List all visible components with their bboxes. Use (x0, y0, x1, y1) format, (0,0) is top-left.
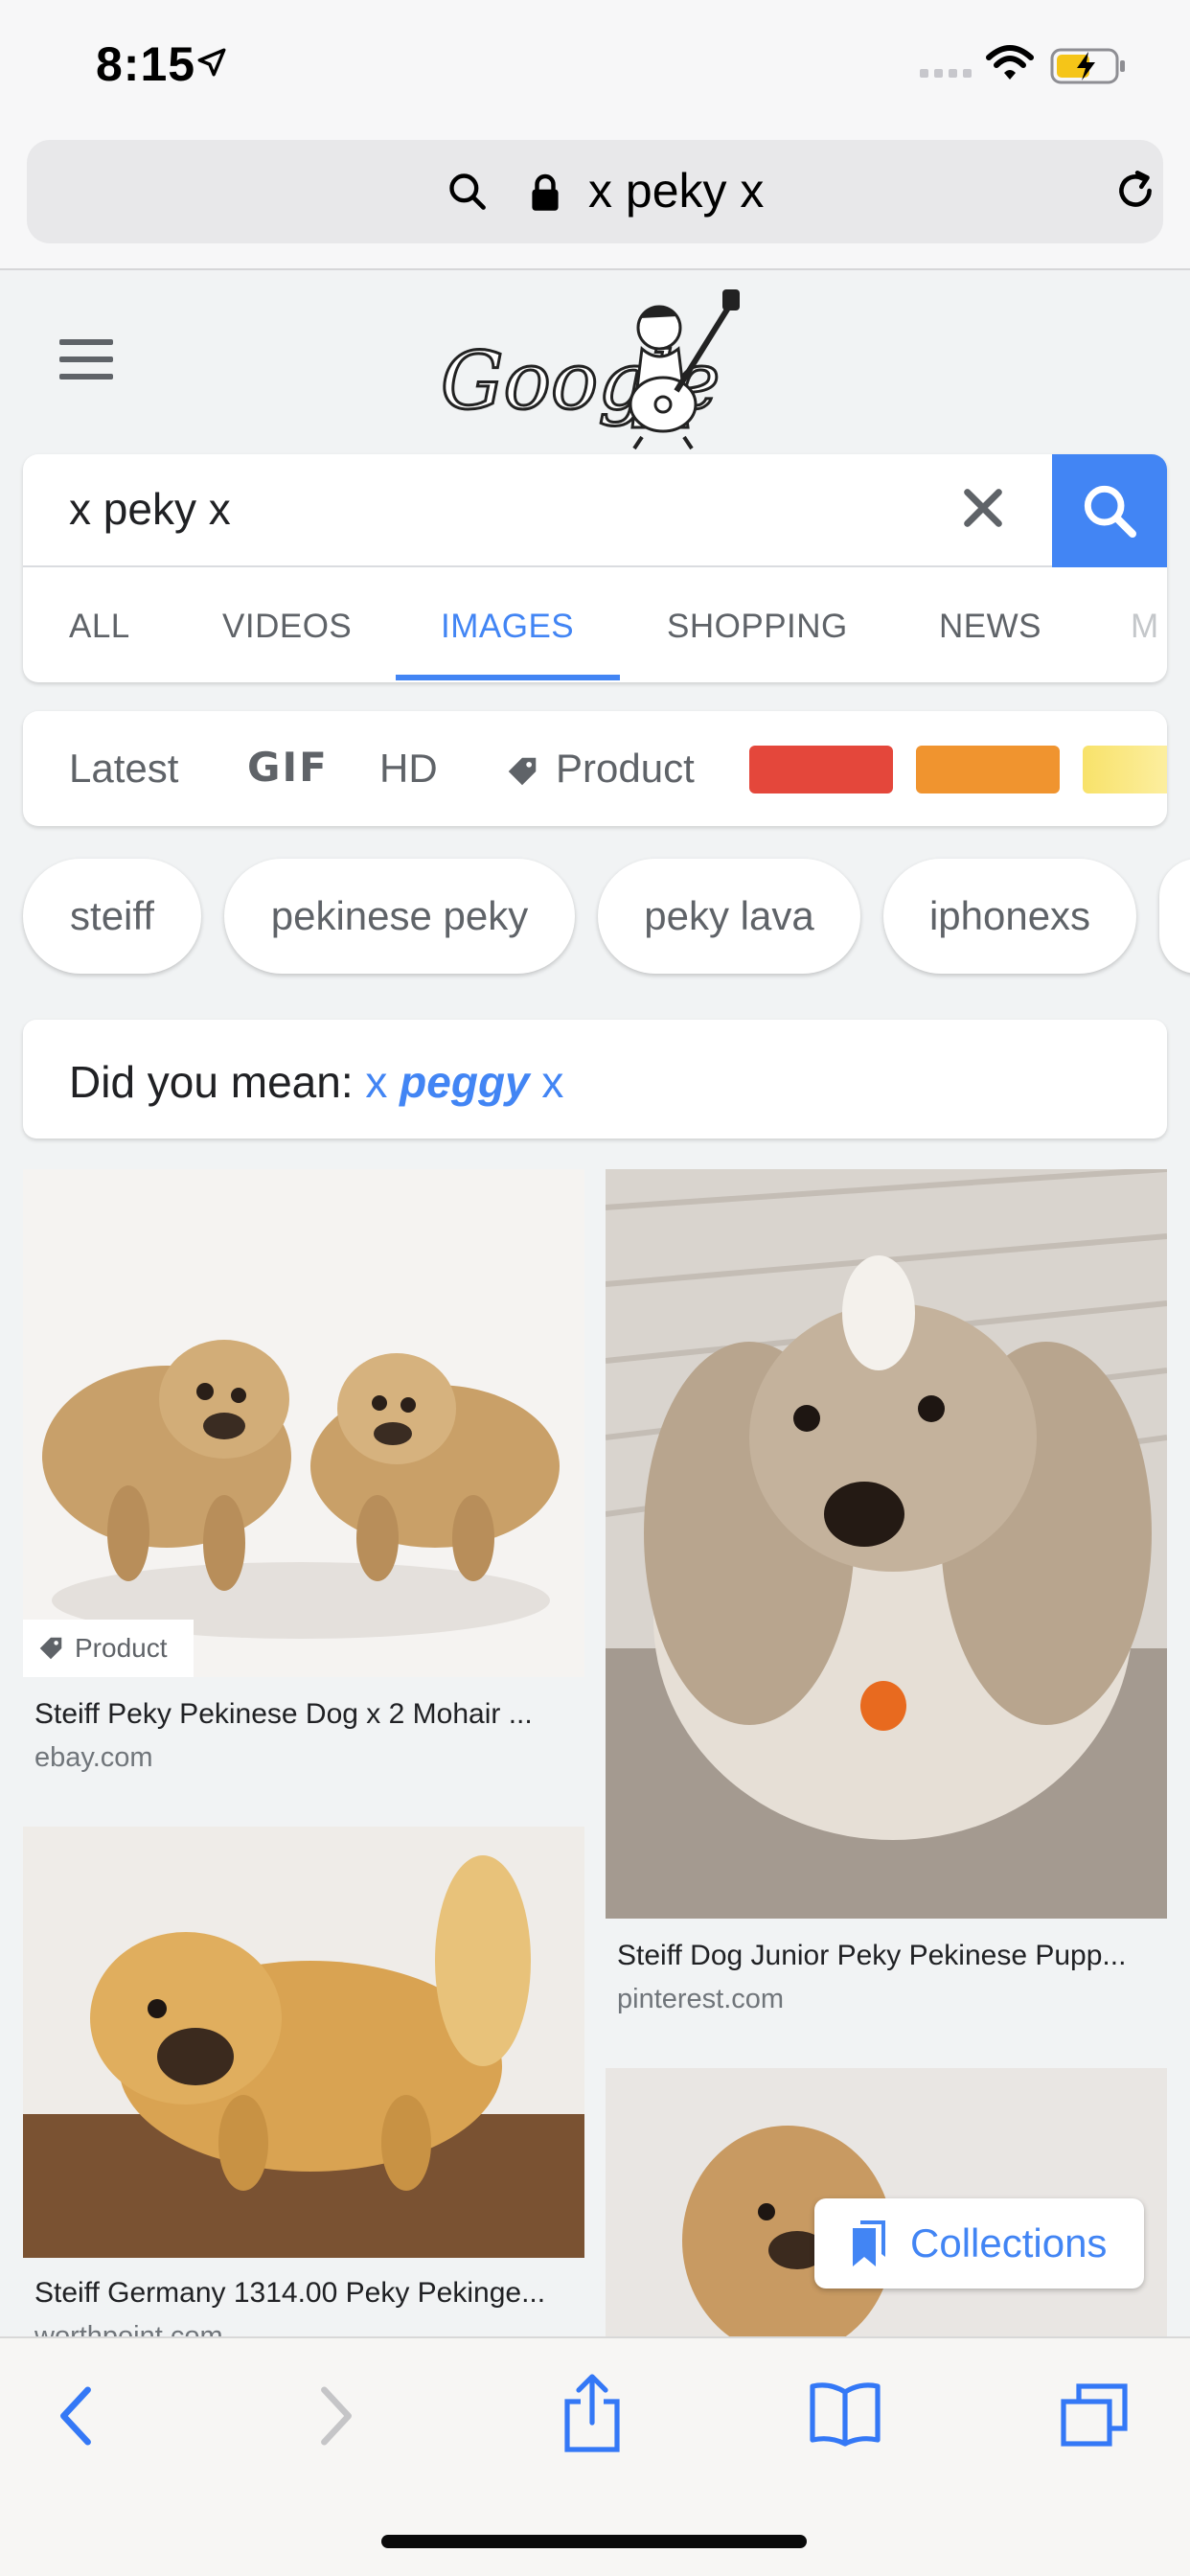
tag-icon (39, 1637, 62, 1660)
search-input[interactable]: x peky x (69, 483, 231, 535)
image-result[interactable]: Steiff Dog Junior Peky Pekinese Pupp... … (606, 1169, 1167, 2032)
did-you-mean-card: Did you mean: x peggy x (23, 1020, 1167, 1138)
suggestion-chip-iphonexs[interactable]: iphonexs (883, 859, 1136, 974)
status-bar: 8:15 (0, 0, 1190, 134)
suggestion-chip-peky-lava[interactable]: peky lava (598, 859, 860, 974)
tabs-icon[interactable] (1058, 2380, 1131, 2450)
did-you-mean-label: Did you mean: (69, 1057, 354, 1107)
result-title[interactable]: Steiff Peky Pekinese Dog x 2 Mohair ... (34, 1698, 533, 1731)
forward-icon[interactable] (316, 2382, 358, 2450)
result-source: worthpoint.com (34, 2321, 223, 2336)
result-thumbnail (23, 1169, 584, 1677)
address-bar[interactable]: x peky x (27, 140, 1163, 243)
tab-shopping[interactable]: SHOPPING (667, 608, 848, 646)
google-doodle-logo[interactable]: Google (437, 284, 744, 452)
address-text: x peky x (588, 164, 765, 218)
wifi-icon (986, 45, 1034, 80)
cellular-signal-icon (920, 69, 972, 78)
suggestion-chip-overflow[interactable] (1159, 859, 1190, 974)
browser-address-bar-area: x peky x (0, 134, 1190, 270)
color-filter-red[interactable] (749, 746, 893, 794)
location-arrow-icon (197, 48, 226, 77)
image-result[interactable]: Steiff Germany 1314.00 Peky Pekinge... w… (23, 1827, 584, 2336)
status-time: 8:15 (96, 37, 196, 91)
home-indicator[interactable] (381, 2535, 807, 2548)
result-title[interactable]: Steiff Dog Junior Peky Pekinese Pupp... (617, 1940, 1126, 1972)
filter-latest[interactable]: Latest (69, 746, 178, 792)
bookmark-icon (853, 2220, 885, 2266)
tab-videos[interactable]: VIDEOS (222, 608, 352, 646)
product-badge: Product (23, 1620, 194, 1677)
suggestion-chip-steiff[interactable]: steiff (23, 859, 201, 974)
product-badge-label: Product (75, 1633, 168, 1663)
suggestion-chip-pekinese-peky[interactable]: pekinese peky (224, 859, 575, 974)
filter-product[interactable]: Product (556, 746, 695, 792)
back-icon[interactable] (54, 2382, 96, 2450)
google-header: Google (0, 272, 1190, 454)
search-card: x peky x ALL VIDEOS IMAGES SHOPPING NEWS… (23, 454, 1167, 682)
filter-gif[interactable]: GIF (247, 744, 329, 791)
image-result[interactable]: Product Steiff Peky Pekinese Dog x 2 Moh… (23, 1169, 584, 1792)
filter-hd[interactable]: HD (379, 746, 438, 792)
result-thumbnail (23, 1827, 584, 2258)
tab-news[interactable]: NEWS (939, 608, 1041, 646)
lock-icon (532, 173, 559, 211)
steiff-pekinese-image (23, 1827, 584, 2258)
tab-more[interactable]: M (1131, 608, 1159, 646)
did-you-mean-link[interactable]: x peggy x (365, 1057, 563, 1107)
tab-all[interactable]: ALL (69, 608, 130, 646)
search-icon (449, 173, 486, 210)
image-filter-bar: Latest GIF HD Product (23, 711, 1167, 826)
search-box: x peky x (23, 454, 1167, 567)
share-icon[interactable] (561, 2373, 623, 2455)
search-icon (1084, 485, 1136, 538)
tab-images[interactable]: IMAGES (441, 608, 574, 646)
pekinese-dogs-image (23, 1169, 584, 1677)
search-button[interactable] (1052, 454, 1167, 567)
active-tab-indicator (396, 675, 620, 680)
color-filter-yellow[interactable] (1083, 746, 1167, 794)
hamburger-menu-icon[interactable] (59, 339, 113, 391)
tag-icon (508, 757, 537, 786)
result-title[interactable]: Steiff Germany 1314.00 Peky Pekinge... (34, 2277, 545, 2310)
color-filter-orange[interactable] (916, 746, 1060, 794)
collections-button[interactable]: Collections (814, 2198, 1144, 2288)
result-thumbnail (606, 1169, 1167, 1919)
battery-charging-icon (1050, 48, 1125, 84)
collections-label: Collections (910, 2220, 1108, 2266)
reload-icon[interactable] (1111, 167, 1159, 215)
clear-icon[interactable] (956, 481, 1010, 535)
result-source: pinterest.com (617, 1984, 785, 2014)
plush-puppy-image (606, 1169, 1167, 1919)
bookmarks-icon[interactable] (807, 2380, 883, 2448)
search-tabs: ALL VIDEOS IMAGES SHOPPING NEWS M (23, 567, 1167, 682)
result-source: ebay.com (34, 1742, 153, 1773)
